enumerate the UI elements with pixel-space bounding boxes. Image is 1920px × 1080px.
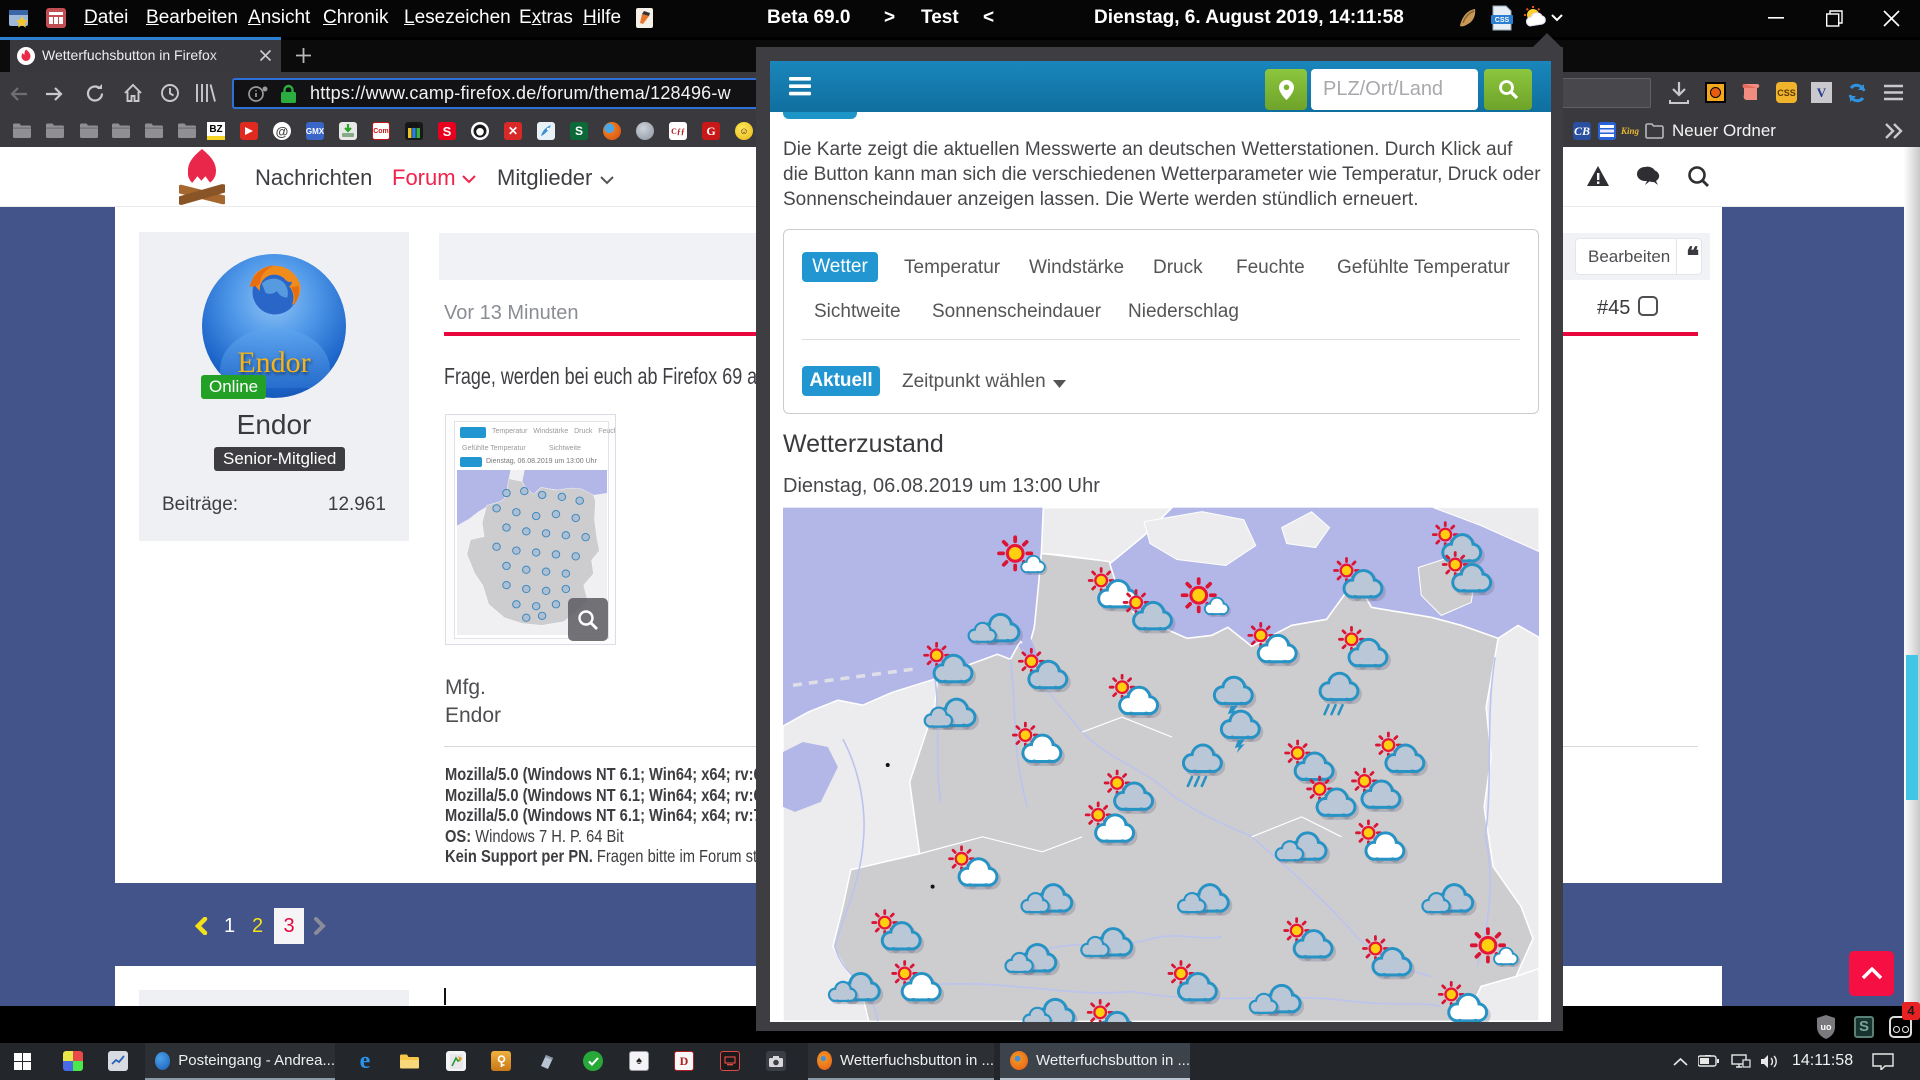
svg-text:uo: uo <box>1821 1022 1832 1032</box>
svg-text:CSS: CSS <box>1495 17 1510 24</box>
